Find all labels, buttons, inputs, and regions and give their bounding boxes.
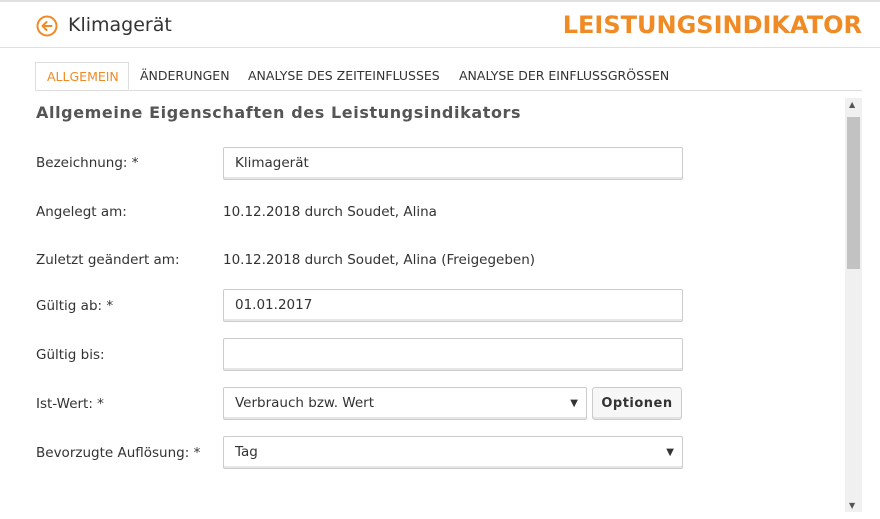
optionen-button[interactable]: Optionen <box>592 387 682 420</box>
page-title: Klimagerät <box>68 14 172 36</box>
chevron-down-icon: ▼ <box>666 447 674 458</box>
ist-wert-select[interactable]: Verbrauch bzw. Wert ▼ <box>223 387 587 420</box>
arrow-left-circle-icon[interactable] <box>36 15 58 37</box>
gueltig-bis-label: Gültig bis: <box>36 347 105 363</box>
form-content: Allgemeine Eigenschaften des Leistungsin… <box>0 91 845 519</box>
tab-aenderungen[interactable]: ÄNDERUNGEN <box>140 62 230 90</box>
tab-bar: ALLGEMEIN ÄNDERUNGEN ANALYSE DES ZEITEIN… <box>35 62 862 91</box>
vertical-scrollbar[interactable]: ▲ ▼ <box>845 98 862 512</box>
geaendert-label: Zuletzt geändert am: <box>36 252 180 268</box>
module-title: LEISTUNGSINDIKATOR <box>562 11 862 39</box>
gueltig-bis-input[interactable] <box>223 338 683 371</box>
tab-allgemein[interactable]: ALLGEMEIN <box>35 62 129 90</box>
bezeichnung-label: Bezeichnung: * <box>36 155 139 171</box>
ist-wert-value: Verbrauch bzw. Wert <box>235 395 375 411</box>
geaendert-value: 10.12.2018 durch Soudet, Alina (Freigege… <box>223 252 536 268</box>
tab-analyse-einflussgroessen[interactable]: ANALYSE DER EINFLUSSGRÖSSEN <box>459 62 669 90</box>
bezeichnung-input[interactable]: Klimagerät <box>223 147 683 180</box>
gueltig-ab-label: Gültig ab: * <box>36 298 114 314</box>
aufloesung-label: Bevorzugte Auflösung: * <box>36 445 201 461</box>
angelegt-value: 10.12.2018 durch Soudet, Alina <box>223 204 437 220</box>
ist-wert-label: Ist-Wert: * <box>36 396 104 412</box>
scroll-down-icon[interactable]: ▼ <box>849 501 855 510</box>
angelegt-label: Angelegt am: <box>36 204 127 220</box>
chevron-down-icon: ▼ <box>570 398 578 409</box>
tab-analyse-zeiteinfluss[interactable]: ANALYSE DES ZEITEINFLUSSES <box>248 62 440 90</box>
top-bar: Klimagerät LEISTUNGSINDIKATOR <box>0 0 880 48</box>
aufloesung-select[interactable]: Tag ▼ <box>223 436 683 469</box>
aufloesung-value: Tag <box>235 444 258 460</box>
gueltig-ab-input[interactable]: 01.01.2017 <box>223 289 683 322</box>
scroll-up-icon[interactable]: ▲ <box>849 100 855 109</box>
section-title: Allgemeine Eigenschaften des Leistungsin… <box>36 103 522 122</box>
scrollbar-thumb[interactable] <box>847 117 860 269</box>
